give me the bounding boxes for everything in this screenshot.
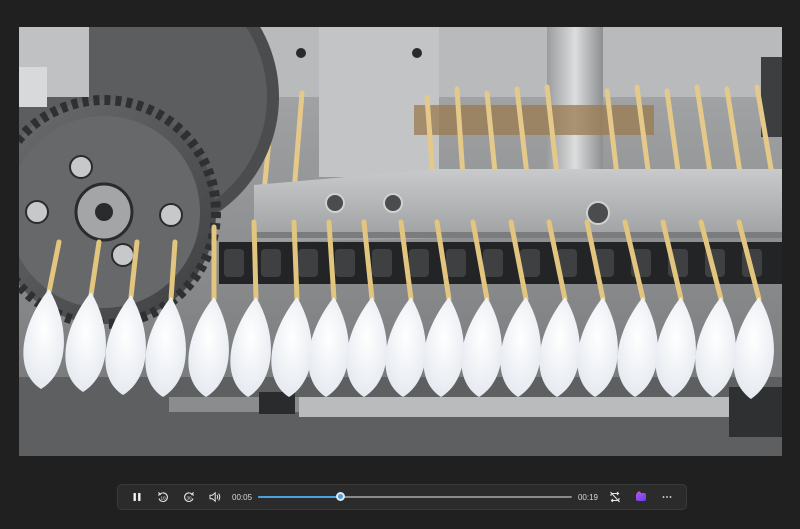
rewind-button[interactable]: 10 (152, 486, 174, 508)
pause-icon (133, 493, 141, 501)
forward-button[interactable]: 30 (178, 486, 200, 508)
svg-text:30: 30 (186, 496, 192, 501)
play-pause-button[interactable] (126, 486, 148, 508)
rewind-10-icon: 10 (157, 492, 168, 503)
seek-thumb[interactable] (336, 492, 346, 501)
volume-button[interactable] (204, 486, 226, 508)
seek-slider[interactable] (258, 491, 572, 503)
svg-text:10: 10 (160, 496, 166, 501)
seek-progress (258, 496, 341, 498)
total-time: 00:19 (577, 492, 598, 502)
repeat-button[interactable] (604, 486, 626, 508)
clipchamp-button[interactable] (630, 486, 652, 508)
current-time: 00:05 (232, 492, 253, 502)
video-frame[interactable] (19, 27, 782, 456)
repeat-off-icon (610, 491, 620, 503)
video-player: 10 30 00:05 00:19 (0, 0, 800, 529)
more-options-button[interactable] (656, 486, 678, 508)
more-horizontal-icon (662, 496, 672, 498)
forward-30-icon: 30 (184, 492, 195, 503)
video-image (19, 27, 782, 456)
media-control-bar: 10 30 00:05 00:19 (117, 484, 687, 510)
speaker-icon (209, 491, 221, 503)
clipchamp-icon (636, 491, 646, 501)
